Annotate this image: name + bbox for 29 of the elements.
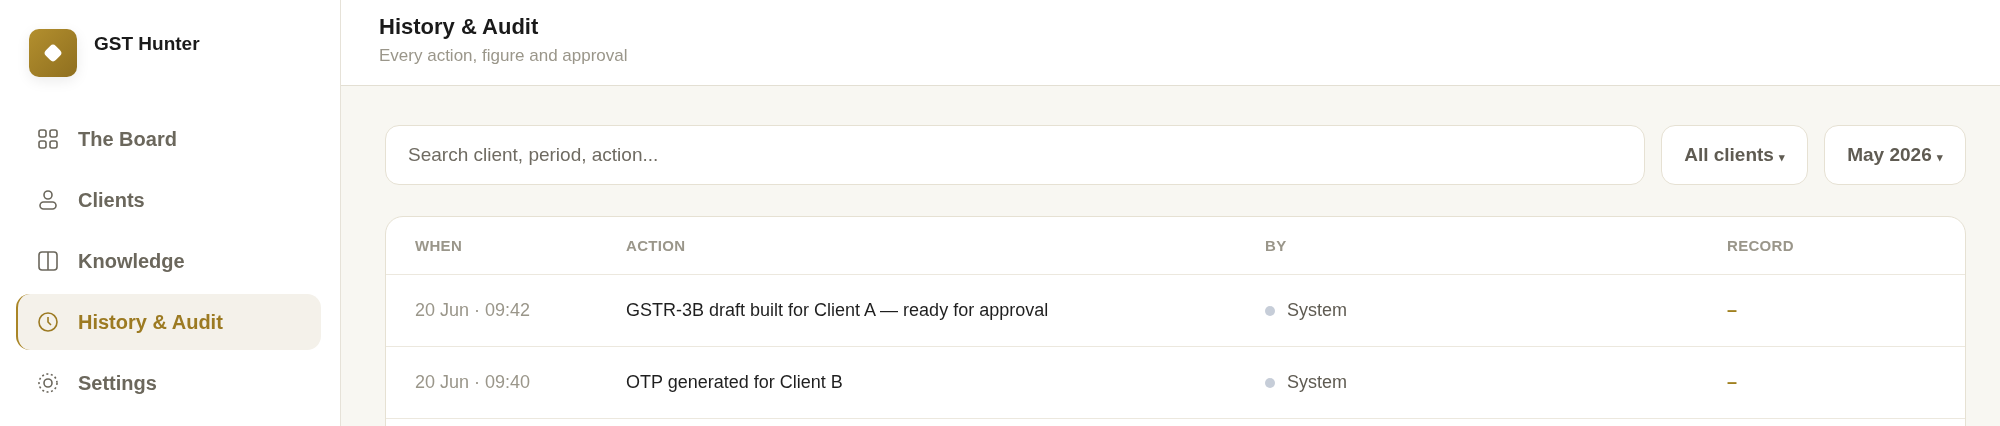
filter-dropdown[interactable]: May 2026 ▾ — [1824, 125, 1966, 185]
page-title: History & Audit — [379, 14, 540, 40]
sidebar-item[interactable]: History & Audit — [16, 294, 321, 350]
sidebar-item[interactable]: Clients — [16, 172, 321, 228]
column-header: RECORD — [1727, 237, 1795, 254]
table-cell: System — [1287, 372, 1347, 393]
sidebar-item[interactable]: The Board — [16, 111, 321, 167]
page-subtitle: Every action, figure and approval — [379, 46, 629, 66]
book-icon — [37, 250, 59, 272]
person-icon — [37, 189, 59, 211]
table-cell-text: 20 Jun · 09:40 — [415, 372, 532, 393]
clock-icon — [37, 311, 59, 333]
table-cell-text: – — [1727, 372, 1738, 393]
table-cell-text: – — [1727, 300, 1738, 321]
sidebar-item[interactable]: Knowledge — [16, 233, 321, 289]
table-cell-text: OTP generated for Client B — [626, 372, 844, 393]
settings-icon — [37, 372, 59, 394]
table-cell-text: 20 Jun · 09:42 — [415, 300, 532, 321]
column-header: BY — [1265, 237, 1288, 254]
filter-dropdown[interactable]: All clients ▾ — [1661, 125, 1809, 185]
table-cell: System — [1287, 300, 1347, 321]
column-header: ACTION — [626, 237, 687, 254]
column-header: WHEN — [415, 237, 464, 254]
search-field[interactable]: Search client, period, action... — [385, 125, 1646, 185]
sidebar-item[interactable]: Settings — [16, 355, 321, 411]
app-name: GST Hunter — [94, 33, 200, 55]
grid-icon — [37, 128, 59, 150]
logo-icon — [29, 29, 77, 77]
table-cell-text: GSTR-3B draft built for Client A — ready for approval — [626, 300, 1050, 321]
